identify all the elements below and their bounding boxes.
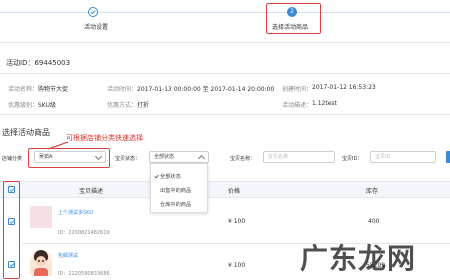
product-id: ID：2200821482619	[58, 230, 110, 236]
status-value: 全部状态	[154, 154, 175, 160]
status-select[interactable]: 全部状态	[149, 151, 209, 163]
product-price: ¥ 100	[228, 218, 246, 225]
dropdown-item-warehouse[interactable]: 仓库中的商品	[151, 201, 207, 208]
row-checkbox[interactable]	[8, 218, 15, 225]
dropdown-item-label: 仓库中的商品	[160, 202, 192, 208]
product-thumbnail	[30, 206, 52, 228]
dropdown-item-all[interactable]: 全部状态	[151, 173, 207, 180]
table-header	[0, 181, 450, 198]
name-label: 宝贝名称：	[230, 156, 256, 162]
status-label: 宝贝状态：	[115, 156, 141, 162]
product-title[interactable]: 上个测试多SKU	[58, 209, 93, 216]
id-label: 宝贝ID：	[342, 156, 363, 162]
product-price: ¥ 100	[228, 262, 246, 269]
category-select[interactable]: 吴茹A	[34, 151, 106, 163]
id-input[interactable]: 宝贝ID	[370, 151, 436, 163]
header-description: 宝贝描述	[79, 188, 104, 195]
select-all-checkbox[interactable]	[8, 186, 15, 193]
watermark: 广东龙网	[300, 242, 417, 275]
category-label: 店铺分类	[2, 156, 23, 162]
header-stock: 库存	[366, 188, 379, 195]
product-id: ID：2120590833686	[58, 271, 110, 277]
chevron-up-icon	[197, 154, 206, 163]
dropdown-item-on-sale[interactable]: 出售中的商品	[151, 187, 207, 194]
row-checkbox[interactable]	[8, 261, 15, 268]
header-price: 价格	[228, 188, 241, 195]
status-dropdown-menu: 全部状态 出售中的商品 仓库中的商品	[150, 163, 208, 213]
dropdown-item-label: 全部状态	[160, 174, 181, 180]
product-thumbnail	[30, 250, 52, 276]
name-input[interactable]: 宝贝名称	[263, 151, 335, 163]
search-button[interactable]	[446, 151, 450, 163]
dropdown-item-label: 出售中的商品	[160, 188, 192, 194]
check-icon	[154, 174, 159, 179]
product-stock: 400	[368, 218, 380, 225]
chevron-down-icon	[94, 152, 103, 161]
category-value: 吴茹A	[39, 154, 53, 160]
product-title[interactable]: 包邮测试	[58, 252, 78, 259]
